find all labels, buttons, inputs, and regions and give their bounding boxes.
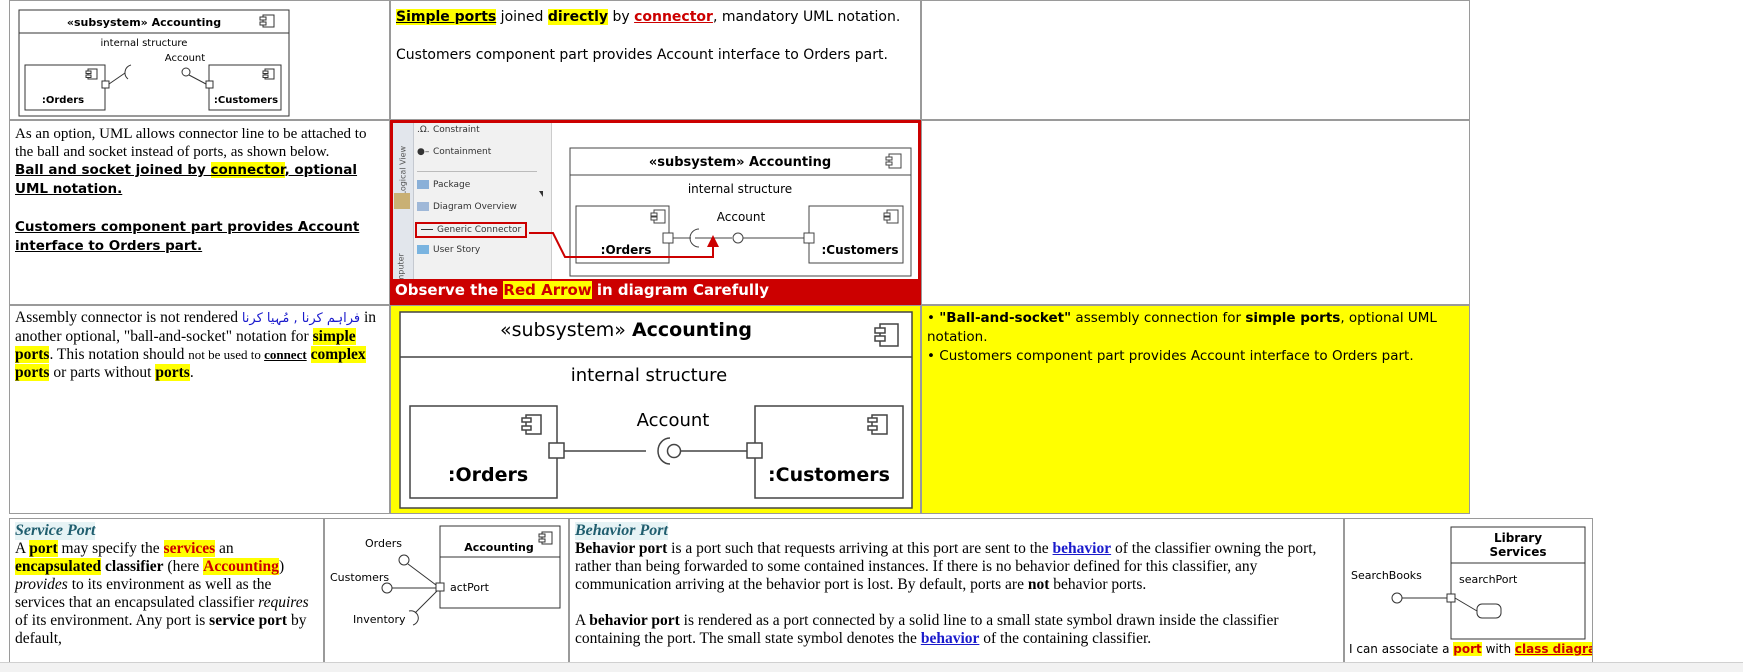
- class-diagram-link[interactable]: class diagram: [1514, 642, 1592, 656]
- state-symbol: [1476, 603, 1502, 619]
- row2-interface-label: Account: [717, 210, 766, 224]
- connect-word: connect: [264, 347, 307, 362]
- connector-link[interactable]: connector: [634, 9, 713, 25]
- row1-component-diagram: «subsystem» Accounting internal structur…: [18, 9, 290, 117]
- row1-right-part: :Customers: [214, 95, 278, 106]
- joined-text: joined: [496, 9, 548, 25]
- row2-ball-socket-a: Ball and socket joined by: [15, 162, 211, 178]
- observe-banner: Observe the Red Arrow in diagram Careful…: [393, 279, 918, 302]
- behavior-port-para2: A behavior port is rendered as a port co…: [575, 612, 1279, 647]
- behavior-port-cell: Behavior Port Behavior port is a port su…: [569, 518, 1344, 671]
- mandatory-text: , mandatory UML notation.: [712, 9, 901, 25]
- row3-subtitle: internal structure: [571, 365, 727, 386]
- library-title-1: Library: [1494, 531, 1542, 545]
- row2-text-cell: As an option, UML allows connector line …: [9, 120, 390, 305]
- row1-line2: Customers component part provides Accoun…: [396, 47, 888, 63]
- bullet-customers: Customers component part provides Accoun…: [927, 347, 1464, 366]
- row2-empty-cell: [921, 120, 1470, 305]
- behavior-port-para1: Behavior port is a port such that reques…: [575, 540, 1317, 593]
- accounting-box-title: Accounting: [464, 541, 534, 554]
- row3-bullet-list: "Ball-and-socket" assembly connection fo…: [927, 309, 1464, 366]
- library-title-2: Services: [1489, 545, 1546, 559]
- behavior-link-2[interactable]: behavior: [921, 630, 980, 647]
- customers-label: Customers: [330, 571, 389, 584]
- row3-paragraph: Assembly connector is not rendered فراہم…: [15, 309, 377, 381]
- orders-label: Orders: [365, 537, 402, 550]
- service-port-diagram: Accounting actPort Orders Customers Inve…: [330, 525, 561, 626]
- service-port-text: A port may specify the services an encap…: [15, 540, 309, 647]
- row2-ball-socket-line: Ball and socket joined by connector, opt…: [15, 161, 384, 199]
- row1-diagram-cell: «subsystem» Accounting internal structur…: [9, 0, 390, 120]
- row1-stereotype: «subsystem» Accounting: [67, 16, 221, 29]
- row2-left-part: :Orders: [601, 243, 652, 257]
- service-port-heading: Service Port: [15, 522, 96, 540]
- simple-ports-text: Simple ports: [396, 9, 497, 25]
- service-port-diagram-cell: Accounting actPort Orders Customers Inve…: [324, 518, 569, 671]
- bullet-ball-socket: "Ball-and-socket" assembly connection fo…: [927, 309, 1464, 347]
- row3-stereotype: «subsystem» Accounting: [500, 319, 752, 341]
- row2-connector-word: connector: [210, 162, 285, 178]
- row1-left-part: :Orders: [42, 95, 84, 106]
- behavior-link[interactable]: behavior: [1053, 540, 1112, 557]
- ports-highlight: ports: [155, 364, 190, 381]
- row2-intro-text: As an option, UML allows connector line …: [15, 126, 367, 160]
- row1-interface-label: Account: [165, 53, 205, 64]
- row2-stereotype: «subsystem» Accounting: [649, 155, 831, 170]
- act-port-label: actPort: [450, 581, 490, 594]
- service-port-cell: Service Port A port may specify the serv…: [9, 518, 324, 671]
- directly-text: directly: [547, 9, 608, 25]
- row2-customers-line: Customers component part provides Accoun…: [15, 219, 360, 254]
- row1-text-cell: Simple ports joined directly by connecto…: [390, 0, 921, 120]
- row3-left-part: :Orders: [448, 464, 528, 486]
- row2-subtitle: internal structure: [688, 182, 792, 196]
- library-services-cell: Library Services searchPort SearchBooks …: [1344, 518, 1593, 671]
- banner-text-a: Observe the: [395, 281, 504, 299]
- row3-component-diagram: «subsystem» Accounting internal structur…: [399, 311, 913, 509]
- row3-diagram-cell: «subsystem» Accounting internal structur…: [390, 305, 921, 514]
- row1-line1: Simple ports joined directly by connecto…: [396, 8, 915, 27]
- library-caption: I can associate a port with class diagra…: [1349, 642, 1592, 656]
- inventory-label: Inventory: [353, 613, 406, 626]
- row3-text-cell: Assembly connector is not rendered فراہم…: [9, 305, 390, 514]
- behavior-port-heading: Behavior Port: [575, 522, 668, 540]
- banner-red-arrow-text: Red Arrow: [503, 281, 592, 299]
- row1-empty-cell: [921, 0, 1470, 120]
- urdu-translation: فراہم کرنا , مُہیا کرنا: [241, 311, 361, 326]
- search-port-label: searchPort: [1459, 573, 1518, 586]
- row2-right-part: :Customers: [822, 243, 899, 257]
- row2-component-diagram: «subsystem» Accounting internal structur…: [529, 147, 912, 277]
- row1-subtitle: internal structure: [101, 38, 188, 49]
- search-books-label: SearchBooks: [1351, 569, 1422, 582]
- row3-interface-label: Account: [637, 410, 710, 431]
- row2-image-cell: Logical View mputer .Ω. Constraint ●– Cont…: [390, 120, 921, 305]
- by-text: by: [608, 9, 635, 25]
- row3-right-part: :Customers: [768, 464, 890, 486]
- banner-text-c: in diagram Carefully: [591, 281, 769, 299]
- row3-bullets-cell: "Ball-and-socket" assembly connection fo…: [921, 305, 1470, 514]
